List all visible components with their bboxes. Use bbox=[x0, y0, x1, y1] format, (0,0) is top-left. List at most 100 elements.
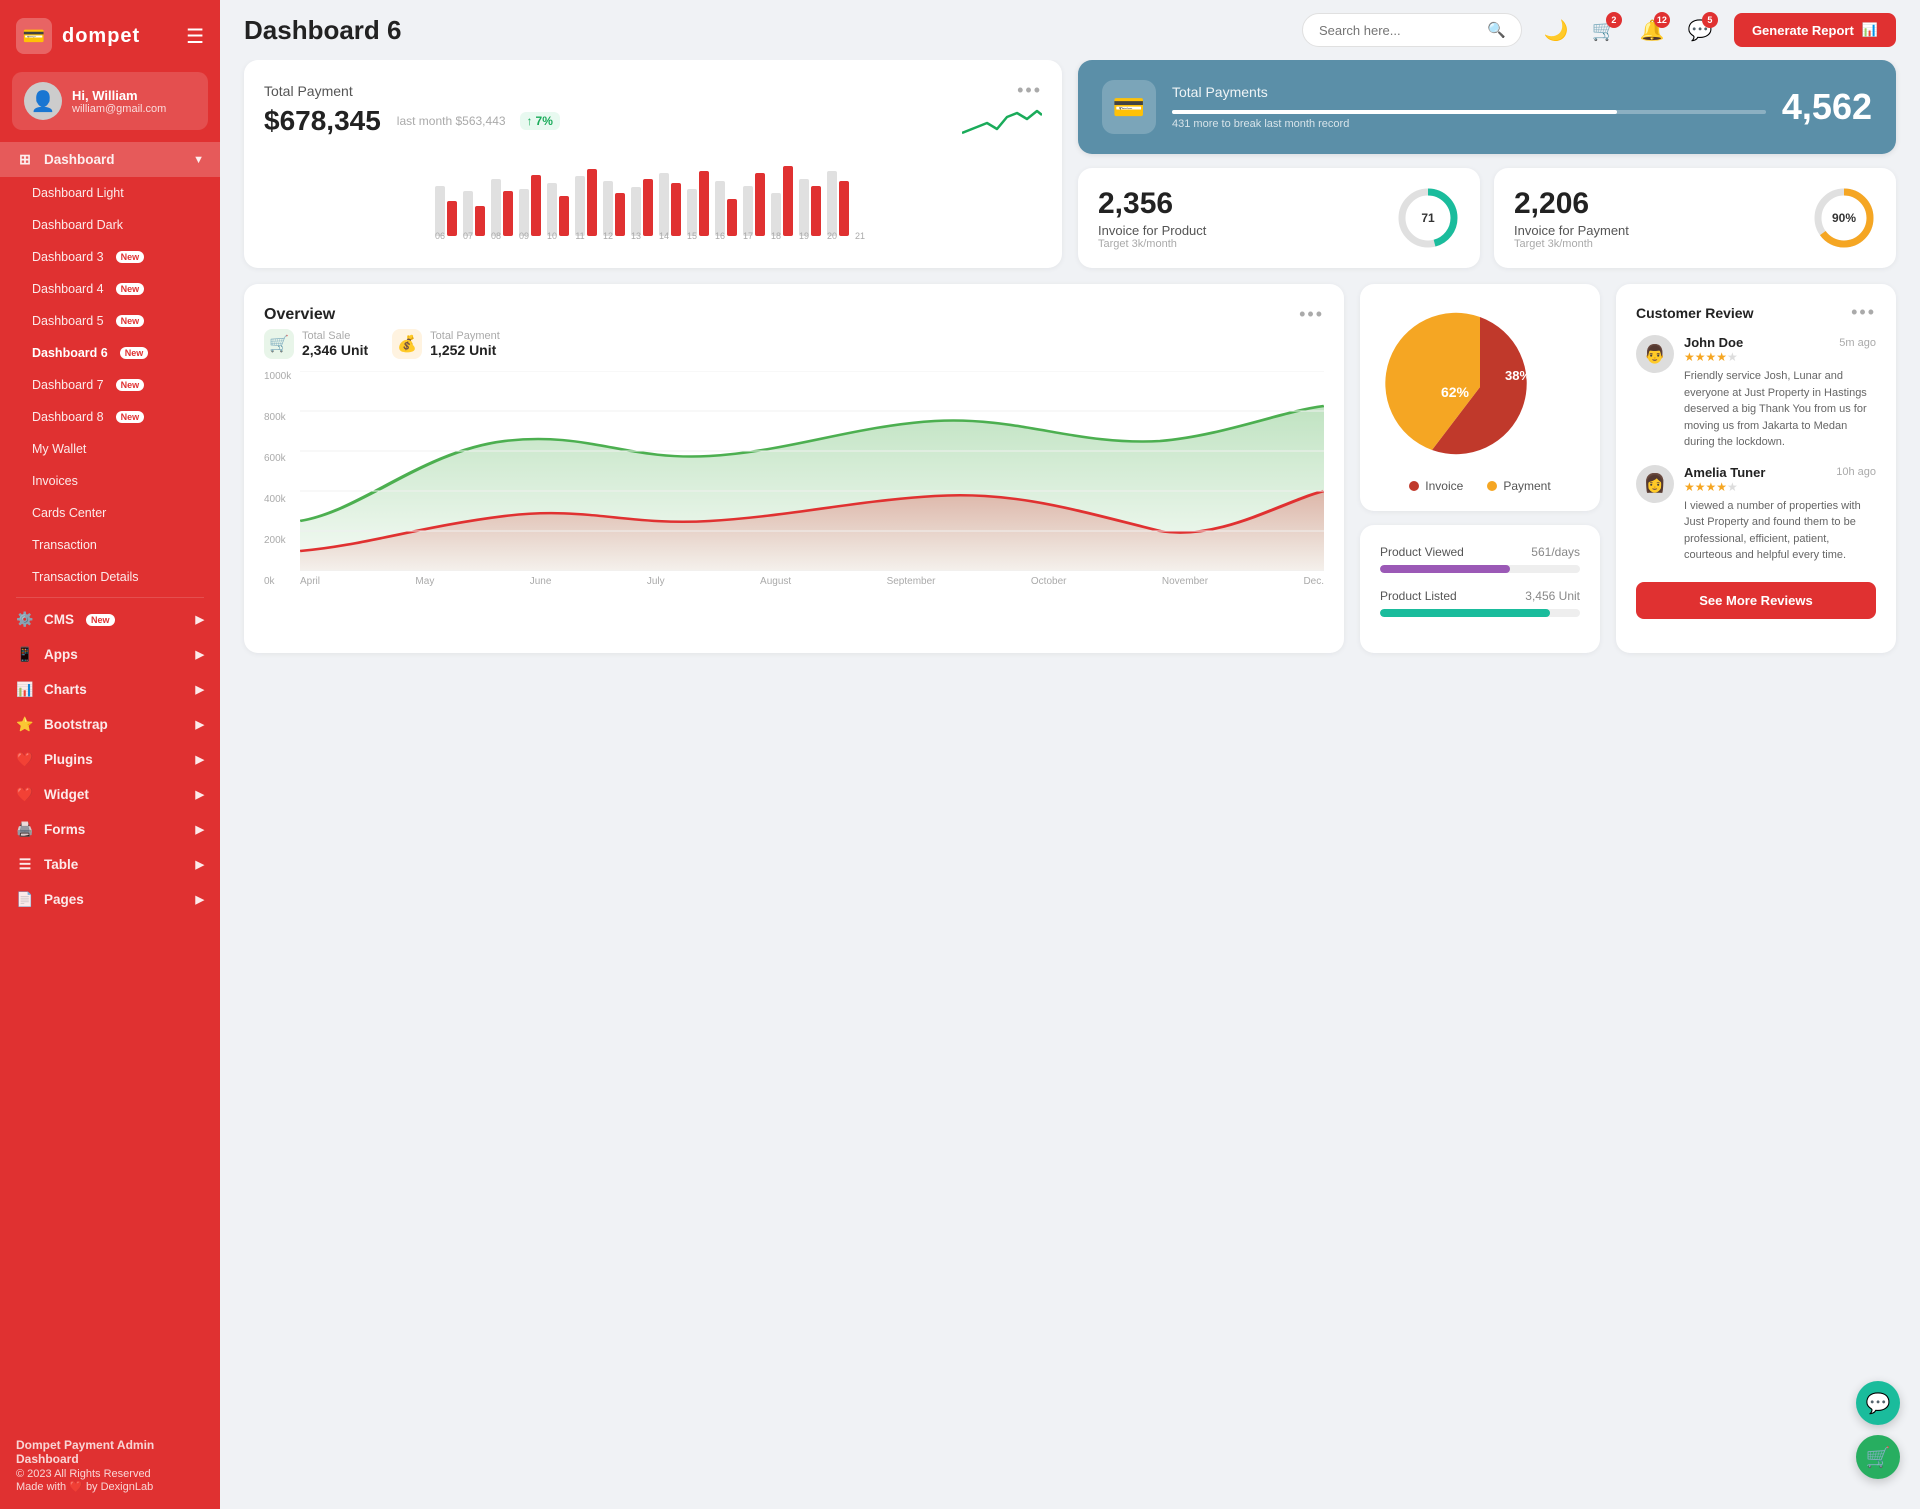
sidebar-item-plugins[interactable]: ❤️ Plugins ▶ bbox=[0, 742, 220, 777]
forms-icon: 🖨️ bbox=[16, 821, 34, 838]
cart-fab[interactable]: 🛒 bbox=[1856, 1435, 1900, 1479]
blue-card-content: Total Payments 431 more to break last mo… bbox=[1172, 84, 1766, 130]
search-input[interactable] bbox=[1319, 23, 1479, 38]
sidebar-item-dashboard[interactable]: ⊞ Dashboard ▼ bbox=[0, 142, 220, 177]
cart-button[interactable]: 🛒 2 bbox=[1586, 12, 1622, 48]
chevron-right-icon: ▶ bbox=[196, 683, 204, 696]
reviewer-name-amelia: Amelia Tuner bbox=[1684, 465, 1765, 480]
sidebar-item-bootstrap[interactable]: ⭐ Bootstrap ▶ bbox=[0, 707, 220, 742]
review-text-john: Friendly service Josh, Lunar and everyon… bbox=[1684, 368, 1876, 451]
sidebar-item-apps[interactable]: 📱 Apps ▶ bbox=[0, 637, 220, 672]
sidebar-item-dashboard-8[interactable]: Dashboard 8 New bbox=[0, 401, 220, 433]
review-more-icon[interactable]: ••• bbox=[1851, 302, 1876, 323]
topbar-icons: 🌙 🛒 2 🔔 12 💬 5 bbox=[1538, 12, 1718, 48]
pie-legend-payment: Payment bbox=[1487, 479, 1550, 493]
more-options-icon[interactable]: ••• bbox=[1299, 304, 1324, 325]
review-stars-john: ★★★★★ bbox=[1684, 350, 1876, 364]
hamburger-icon[interactable]: ☰ bbox=[186, 24, 204, 49]
dashboard-icon: ⊞ bbox=[16, 151, 34, 168]
listed-fill bbox=[1380, 609, 1550, 617]
review-item: 👩 Amelia Tuner 10h ago ★★★★★ I viewed a … bbox=[1636, 465, 1876, 564]
sidebar-item-cms[interactable]: ⚙️ CMS New ▶ bbox=[0, 602, 220, 637]
sidebar-item-cards-center[interactable]: Cards Center bbox=[0, 497, 220, 529]
more-options-icon[interactable]: ••• bbox=[1017, 80, 1042, 101]
overview-header: Overview ••• bbox=[264, 304, 1324, 325]
sidebar-item-charts[interactable]: 📊 Charts ▶ bbox=[0, 672, 220, 707]
footer-made-by: Made with ❤️ by DexignLab bbox=[16, 1480, 204, 1493]
theme-toggle-button[interactable]: 🌙 bbox=[1538, 12, 1574, 48]
footer-title: Dompet Payment Admin Dashboard bbox=[16, 1438, 204, 1466]
payment-meta: $678,345 last month $563,443 ↑ 7% bbox=[264, 105, 1042, 137]
invoice-product-card: 2,356 Invoice for Product Target 3k/mont… bbox=[1078, 168, 1480, 268]
plugins-icon: ❤️ bbox=[16, 751, 34, 768]
overview-card: Overview ••• 🛒 Total Sale 2,346 Unit 💰 bbox=[244, 284, 1344, 653]
search-icon: 🔍 bbox=[1487, 21, 1506, 39]
growth-badge: ↑ 7% bbox=[520, 112, 560, 130]
sidebar-item-my-wallet[interactable]: My Wallet bbox=[0, 433, 220, 465]
sidebar-item-dashboard-7[interactable]: Dashboard 7 New bbox=[0, 369, 220, 401]
page-title: Dashboard 6 bbox=[244, 15, 1286, 46]
sidebar-item-forms[interactable]: 🖨️ Forms ▶ bbox=[0, 812, 220, 847]
last-month-label: last month $563,443 bbox=[397, 114, 506, 128]
chevron-down-icon: ▼ bbox=[193, 154, 204, 166]
svg-text:38%: 38% bbox=[1505, 368, 1531, 383]
review-text-amelia: I viewed a number of properties with Jus… bbox=[1684, 498, 1876, 564]
sidebar-footer: Dompet Payment Admin Dashboard © 2023 Al… bbox=[0, 1422, 220, 1509]
area-chart-wrap: 1000k 800k 600k 400k 200k 0k bbox=[264, 371, 1324, 587]
payment-amount: $678,345 bbox=[264, 105, 381, 137]
overview-title: Overview bbox=[264, 306, 335, 324]
search-bar[interactable]: 🔍 bbox=[1302, 13, 1522, 47]
legend-total-payment: 💰 Total Payment 1,252 Unit bbox=[392, 329, 500, 359]
pages-icon: 📄 bbox=[16, 891, 34, 908]
review-item: 👨 John Doe 5m ago ★★★★★ Friendly service… bbox=[1636, 335, 1876, 451]
support-fab[interactable]: 💬 bbox=[1856, 1381, 1900, 1425]
svg-text:16: 16 bbox=[715, 231, 725, 241]
payment-dot bbox=[1487, 481, 1497, 491]
user-profile[interactable]: 👤 Hi, William william@gmail.com bbox=[12, 72, 208, 130]
sidebar-item-transaction[interactable]: Transaction bbox=[0, 529, 220, 561]
apps-icon: 📱 bbox=[16, 646, 34, 663]
badge-new: New bbox=[116, 315, 145, 327]
reviewer-avatar-john: 👨 bbox=[1636, 335, 1674, 373]
sidebar-item-invoices[interactable]: Invoices bbox=[0, 465, 220, 497]
sparkline-chart bbox=[962, 105, 1042, 137]
donut-percent-product: 71 bbox=[1421, 211, 1434, 225]
review-header: Customer Review ••• bbox=[1636, 302, 1876, 323]
notifications-button[interactable]: 🔔 12 bbox=[1634, 12, 1670, 48]
svg-text:21: 21 bbox=[855, 231, 865, 241]
legend-total-sale: 🛒 Total Sale 2,346 Unit bbox=[264, 329, 368, 359]
svg-text:20: 20 bbox=[827, 231, 837, 241]
y-axis-labels: 1000k 800k 600k 400k 200k 0k bbox=[264, 371, 291, 587]
sidebar-item-widget[interactable]: ❤️ Widget ▶ bbox=[0, 777, 220, 812]
donut-chart-product: 71 bbox=[1396, 186, 1460, 250]
progress-fill bbox=[1172, 110, 1617, 114]
viewed-progress bbox=[1380, 565, 1580, 573]
wallet-icon: 💳 bbox=[1102, 80, 1156, 134]
sidebar-item-dashboard-light[interactable]: Dashboard Light bbox=[0, 177, 220, 209]
donut-percent-payment: 90% bbox=[1832, 211, 1856, 225]
sidebar-item-dashboard-5[interactable]: Dashboard 5 New bbox=[0, 305, 220, 337]
sidebar-item-dashboard-4[interactable]: Dashboard 4 New bbox=[0, 273, 220, 305]
see-more-reviews-button[interactable]: See More Reviews bbox=[1636, 582, 1876, 619]
generate-report-button[interactable]: Generate Report 📊 bbox=[1734, 13, 1896, 47]
sidebar-item-table[interactable]: ☰ Table ▶ bbox=[0, 847, 220, 882]
invoice-payment-label: Invoice for Payment bbox=[1514, 223, 1629, 238]
sidebar-item-pages[interactable]: 📄 Pages ▶ bbox=[0, 882, 220, 917]
sidebar: 💳 dompet ☰ 👤 Hi, William william@gmail.c… bbox=[0, 0, 220, 1509]
sidebar-item-dashboard-6[interactable]: Dashboard 6 New bbox=[0, 337, 220, 369]
invoice-product-number: 2,356 bbox=[1098, 187, 1206, 221]
listed-progress bbox=[1380, 609, 1580, 617]
messages-button[interactable]: 💬 5 bbox=[1682, 12, 1718, 48]
sidebar-item-dashboard-3[interactable]: Dashboard 3 New bbox=[0, 241, 220, 273]
reviewer-avatar-amelia: 👩 bbox=[1636, 465, 1674, 503]
widget-icon: ❤️ bbox=[16, 786, 34, 803]
svg-text:17: 17 bbox=[743, 231, 753, 241]
chevron-right-icon: ▶ bbox=[196, 718, 204, 731]
svg-text:10: 10 bbox=[547, 231, 557, 241]
sidebar-item-dashboard-dark[interactable]: Dashboard Dark bbox=[0, 209, 220, 241]
pie-chart: 62% 38% bbox=[1380, 302, 1580, 462]
product-viewed-label: Product Viewed bbox=[1380, 545, 1464, 559]
main-content: Dashboard 6 🔍 🌙 🛒 2 🔔 12 💬 5 Generate Re… bbox=[220, 0, 1920, 1509]
sidebar-item-transaction-details[interactable]: Transaction Details bbox=[0, 561, 220, 593]
product-listed-label: Product Listed bbox=[1380, 589, 1457, 603]
